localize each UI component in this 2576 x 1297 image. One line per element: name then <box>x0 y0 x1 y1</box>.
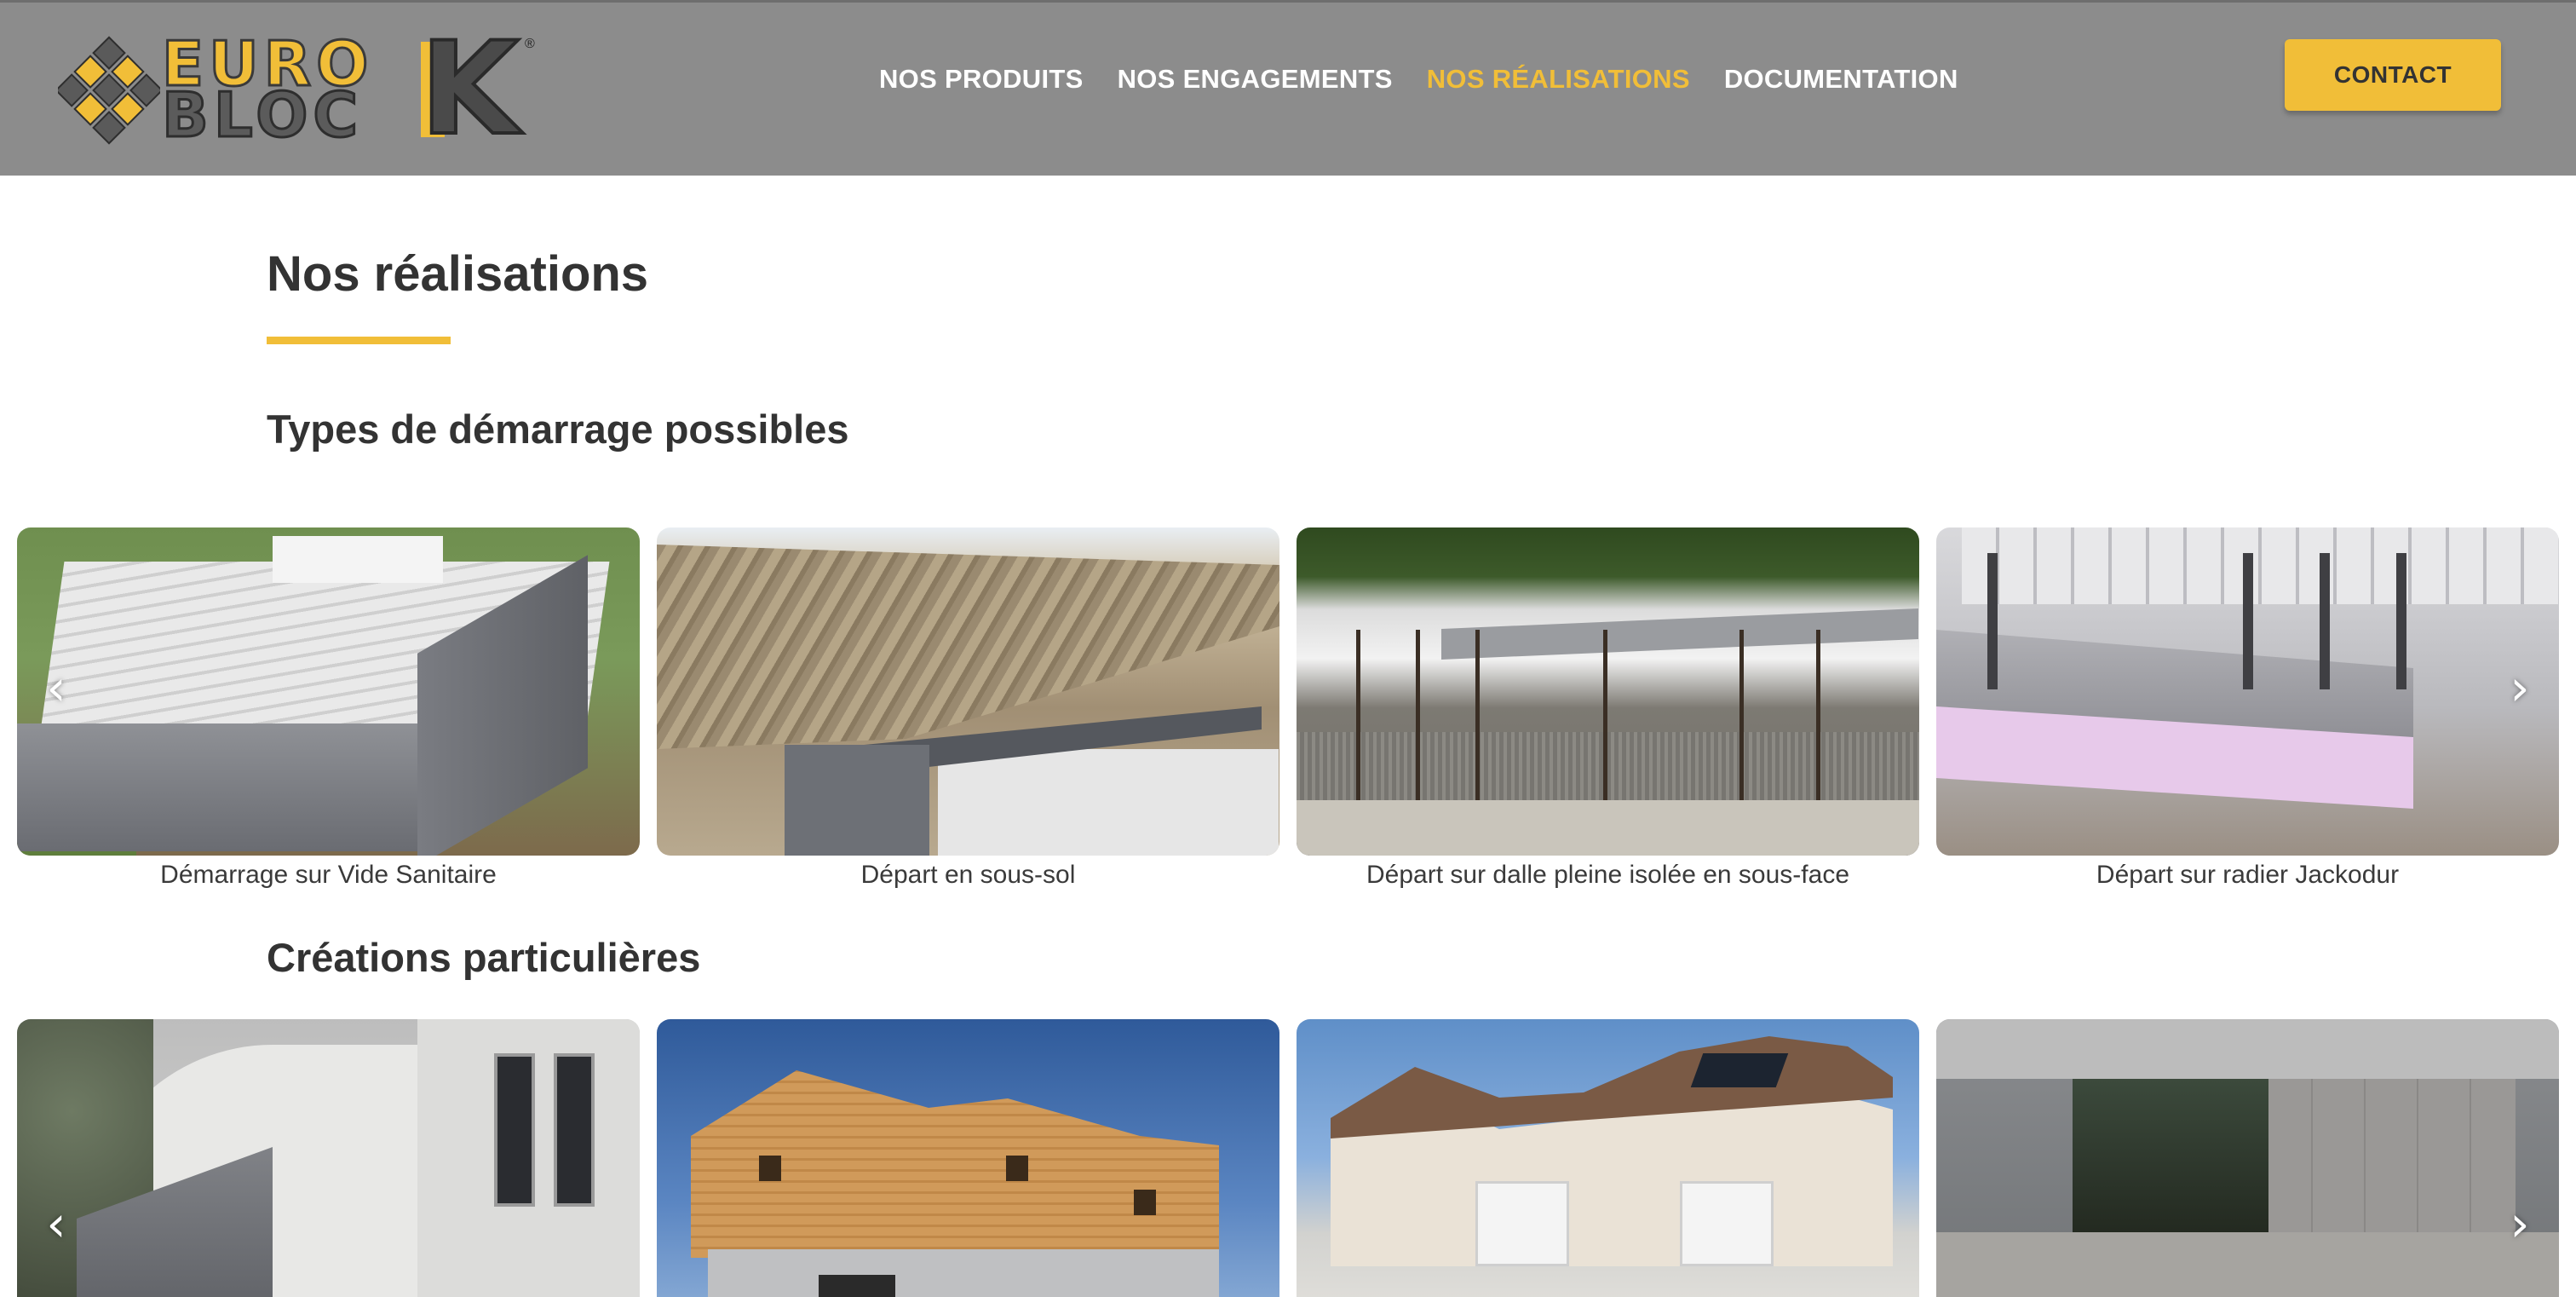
slide-vide-sanitaire[interactable]: Démarrage sur Vide Sanitaire <box>17 527 640 890</box>
nav-item-produits[interactable]: NOS PRODUITS <box>879 62 1084 96</box>
logo-registered-mark: ® <box>525 37 535 51</box>
section-title-demarrage: Types de démarrage possibles <box>267 406 849 452</box>
main-nav: NOS PRODUITS NOS ENGAGEMENTS NOS RÉALISA… <box>879 62 1958 96</box>
slide-concrete-terrace[interactable] <box>1936 1019 2559 1297</box>
chevron-left-icon[interactable]: ‹ <box>39 1198 73 1249</box>
slide-caption: Départ en sous-sol <box>860 861 1076 889</box>
carousel-creations: ‹ › <box>0 1019 2576 1297</box>
wood-frame-house-photo <box>657 1019 1279 1297</box>
chevron-left-icon[interactable]: ‹ <box>39 662 73 713</box>
nav-item-realisations[interactable]: NOS RÉALISATIONS <box>1427 62 1690 96</box>
slide-radier-jackodur[interactable]: Départ sur radier Jackodur <box>1936 527 2559 890</box>
logo-word-bloc: BLOC <box>160 79 364 151</box>
slide-caption: Départ sur radier Jackodur <box>2096 861 2400 889</box>
slide-dalle-pleine[interactable]: Départ sur dalle pleine isolée en sous-f… <box>1297 527 1919 890</box>
page-title: Nos réalisations <box>267 246 649 302</box>
section-title-creations: Créations particulières <box>267 935 701 980</box>
title-underline <box>267 337 451 344</box>
radier-jackodur-photo <box>1936 527 2559 856</box>
vide-sanitaire-photo <box>17 527 640 856</box>
nav-item-engagements[interactable]: NOS ENGAGEMENTS <box>1118 62 1393 96</box>
sous-sol-photo <box>657 527 1279 856</box>
chevron-right-icon[interactable]: › <box>2503 662 2537 713</box>
concrete-terrace-photo <box>1936 1019 2559 1297</box>
slide-modern-house[interactable] <box>17 1019 640 1297</box>
logo-letter-k: K <box>418 15 520 164</box>
slide-twin-houses[interactable] <box>1297 1019 1919 1297</box>
slide-caption: Démarrage sur Vide Sanitaire <box>160 861 497 889</box>
slide-sous-sol[interactable]: Départ en sous-sol <box>657 527 1279 890</box>
euroblock-logo[interactable]: EURO BLOC K ® <box>58 15 535 164</box>
nav-item-documentation[interactable]: DOCUMENTATION <box>1724 62 1958 96</box>
carousel-demarrage: Démarrage sur Vide Sanitaire Départ en s… <box>0 527 2576 894</box>
dalle-pleine-photo <box>1297 527 1919 856</box>
slide-caption: Départ sur dalle pleine isolée en sous-f… <box>1366 861 1849 889</box>
logo-diamond-icon <box>58 36 160 145</box>
modern-house-photo <box>17 1019 640 1297</box>
slide-wood-frame-house[interactable] <box>657 1019 1279 1297</box>
chevron-right-icon[interactable]: › <box>2503 1198 2537 1249</box>
contact-button[interactable]: CONTACT <box>2285 39 2501 111</box>
twin-houses-photo <box>1297 1019 1919 1297</box>
site-header: EURO BLOC K ® NOS PRODUITS NOS ENGAGEMEN… <box>0 0 2576 176</box>
